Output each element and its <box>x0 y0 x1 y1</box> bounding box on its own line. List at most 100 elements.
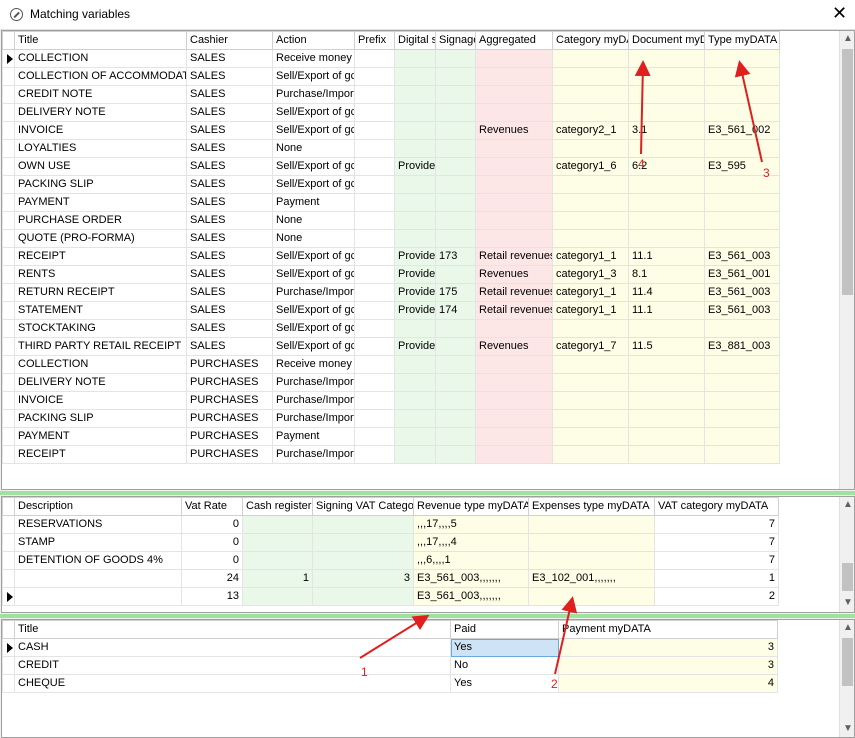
table-cell[interactable]: ,,,6,,,,1 <box>413 551 529 570</box>
table-cell[interactable] <box>528 533 655 552</box>
table-cell[interactable]: Payment <box>272 193 355 212</box>
row-selector[interactable] <box>2 49 15 68</box>
table-cell[interactable]: 7 <box>654 515 779 534</box>
table-cell[interactable] <box>704 103 780 122</box>
table-cell[interactable] <box>435 229 476 248</box>
column-header[interactable]: Revenue type myDATA <box>413 497 529 516</box>
table-cell[interactable] <box>394 229 436 248</box>
table-cell[interactable]: OWN USE <box>14 157 187 176</box>
table-cell[interactable]: RETURN RECEIPT <box>14 283 187 302</box>
table-cell[interactable] <box>242 515 313 534</box>
table-cell[interactable] <box>475 355 553 374</box>
row-selector[interactable] <box>2 67 15 86</box>
table-cell[interactable] <box>394 175 436 194</box>
table-cell[interactable] <box>475 427 553 446</box>
table-cell[interactable] <box>354 373 395 392</box>
table-cell[interactable] <box>435 175 476 194</box>
table-cell[interactable]: E3_561_002 <box>704 121 780 140</box>
table-cell[interactable] <box>354 85 395 104</box>
table-cell[interactable] <box>528 515 655 534</box>
row-selector[interactable] <box>2 265 15 284</box>
table-cell[interactable] <box>354 193 395 212</box>
table-row[interactable]: CREDIT No 3 <box>2 656 778 675</box>
column-header[interactable]: Expenses type myDATA <box>528 497 655 516</box>
table-row[interactable]: RESERVATIONS 0 ,,,17,,,,5 7 <box>2 515 779 534</box>
table-row[interactable]: COLLECTION OF ACCOMMODATIO SALES Sell/Expo… <box>2 67 780 86</box>
row-selector[interactable] <box>2 587 15 606</box>
table-row[interactable]: PACKING SLIP PURCHASES Purchase/Import <box>2 409 780 428</box>
table-cell[interactable] <box>354 139 395 158</box>
row-selector[interactable] <box>2 193 15 212</box>
table-row[interactable]: LOYALTIES SALES None <box>2 139 780 158</box>
table-cell[interactable] <box>475 409 553 428</box>
table-cell[interactable]: Provide <box>394 283 436 302</box>
table-cell[interactable]: Sell/Export of gc <box>272 247 355 266</box>
vertical-scrollbar[interactable]: ▲ <box>839 31 854 489</box>
table-cell[interactable] <box>354 67 395 86</box>
table-cell[interactable] <box>552 409 629 428</box>
row-selector[interactable] <box>2 515 15 534</box>
table-cell[interactable] <box>475 85 553 104</box>
row-selector[interactable] <box>2 409 15 428</box>
table-cell[interactable] <box>435 427 476 446</box>
table-cell[interactable] <box>435 391 476 410</box>
table-cell[interactable]: 173 <box>435 247 476 266</box>
table-cell[interactable] <box>435 67 476 86</box>
table-cell[interactable]: RECEIPT <box>14 247 187 266</box>
row-selector[interactable] <box>2 569 15 588</box>
table-cell[interactable]: 175 <box>435 283 476 302</box>
table-cell[interactable] <box>354 337 395 356</box>
table-cell[interactable]: 1 <box>654 569 779 588</box>
table-cell[interactable] <box>242 551 313 570</box>
table-cell[interactable]: Revenues <box>475 265 553 284</box>
table-cell[interactable] <box>354 427 395 446</box>
table-cell[interactable]: PACKING SLIP <box>14 175 187 194</box>
scroll-up-icon[interactable]: ▲ <box>843 33 853 44</box>
table-cell[interactable] <box>704 409 780 428</box>
table-cell[interactable]: PURCHASE ORDER <box>14 211 187 230</box>
row-selector[interactable] <box>2 373 15 392</box>
table-cell[interactable]: SALES <box>186 229 273 248</box>
table-cell[interactable]: PAYMENT <box>14 427 187 446</box>
table-cell[interactable]: SALES <box>186 319 273 338</box>
table-cell[interactable] <box>354 355 395 374</box>
table-cell[interactable] <box>14 587 182 606</box>
table-cell[interactable] <box>475 49 553 68</box>
table-cell[interactable] <box>354 121 395 140</box>
column-header[interactable]: Digital s <box>394 31 436 50</box>
table-cell[interactable]: Sell/Export of gc <box>272 175 355 194</box>
table-cell[interactable] <box>394 139 436 158</box>
table-cell[interactable]: 13 <box>181 587 243 606</box>
table-cell[interactable] <box>552 211 629 230</box>
row-selector[interactable] <box>2 319 15 338</box>
table-cell[interactable]: PURCHASES <box>186 409 273 428</box>
table-cell[interactable]: Purchase/Import <box>272 85 355 104</box>
table-cell[interactable]: SALES <box>186 193 273 212</box>
table-cell[interactable] <box>704 427 780 446</box>
column-header[interactable]: Vat Rate <box>181 497 243 516</box>
table-row[interactable]: THIRD PARTY RETAIL RECEIPT SALES Sell/Expo… <box>2 337 780 356</box>
table-cell[interactable]: 3 <box>558 656 778 675</box>
table-cell[interactable]: None <box>272 229 355 248</box>
table-cell[interactable] <box>475 445 553 464</box>
column-header[interactable]: Action <box>272 31 355 50</box>
table-cell[interactable]: None <box>272 211 355 230</box>
table-row[interactable]: 13 E3_561_003,,,,,,, 2 <box>2 587 779 606</box>
table-cell[interactable] <box>628 229 705 248</box>
table-cell[interactable]: INVOICE <box>14 121 187 140</box>
row-selector[interactable] <box>2 157 15 176</box>
table-cell[interactable]: E3_561_003,,,,,,, <box>413 569 529 588</box>
table-cell[interactable] <box>354 211 395 230</box>
scrollbar-thumb-2[interactable] <box>842 563 853 591</box>
table-cell[interactable] <box>354 103 395 122</box>
column-header[interactable]: Prefix <box>354 31 395 50</box>
scroll-up-icon-2[interactable]: ▲ <box>843 499 853 510</box>
table-cell[interactable]: SALES <box>186 67 273 86</box>
table-cell[interactable]: INVOICE <box>14 391 187 410</box>
row-selector[interactable] <box>2 103 15 122</box>
table-cell[interactable] <box>394 409 436 428</box>
table-cell[interactable] <box>354 391 395 410</box>
row-selector[interactable] <box>2 445 15 464</box>
table-cell[interactable]: SALES <box>186 283 273 302</box>
table-row[interactable]: RECEIPT PURCHASES Purchase/Import <box>2 445 780 464</box>
